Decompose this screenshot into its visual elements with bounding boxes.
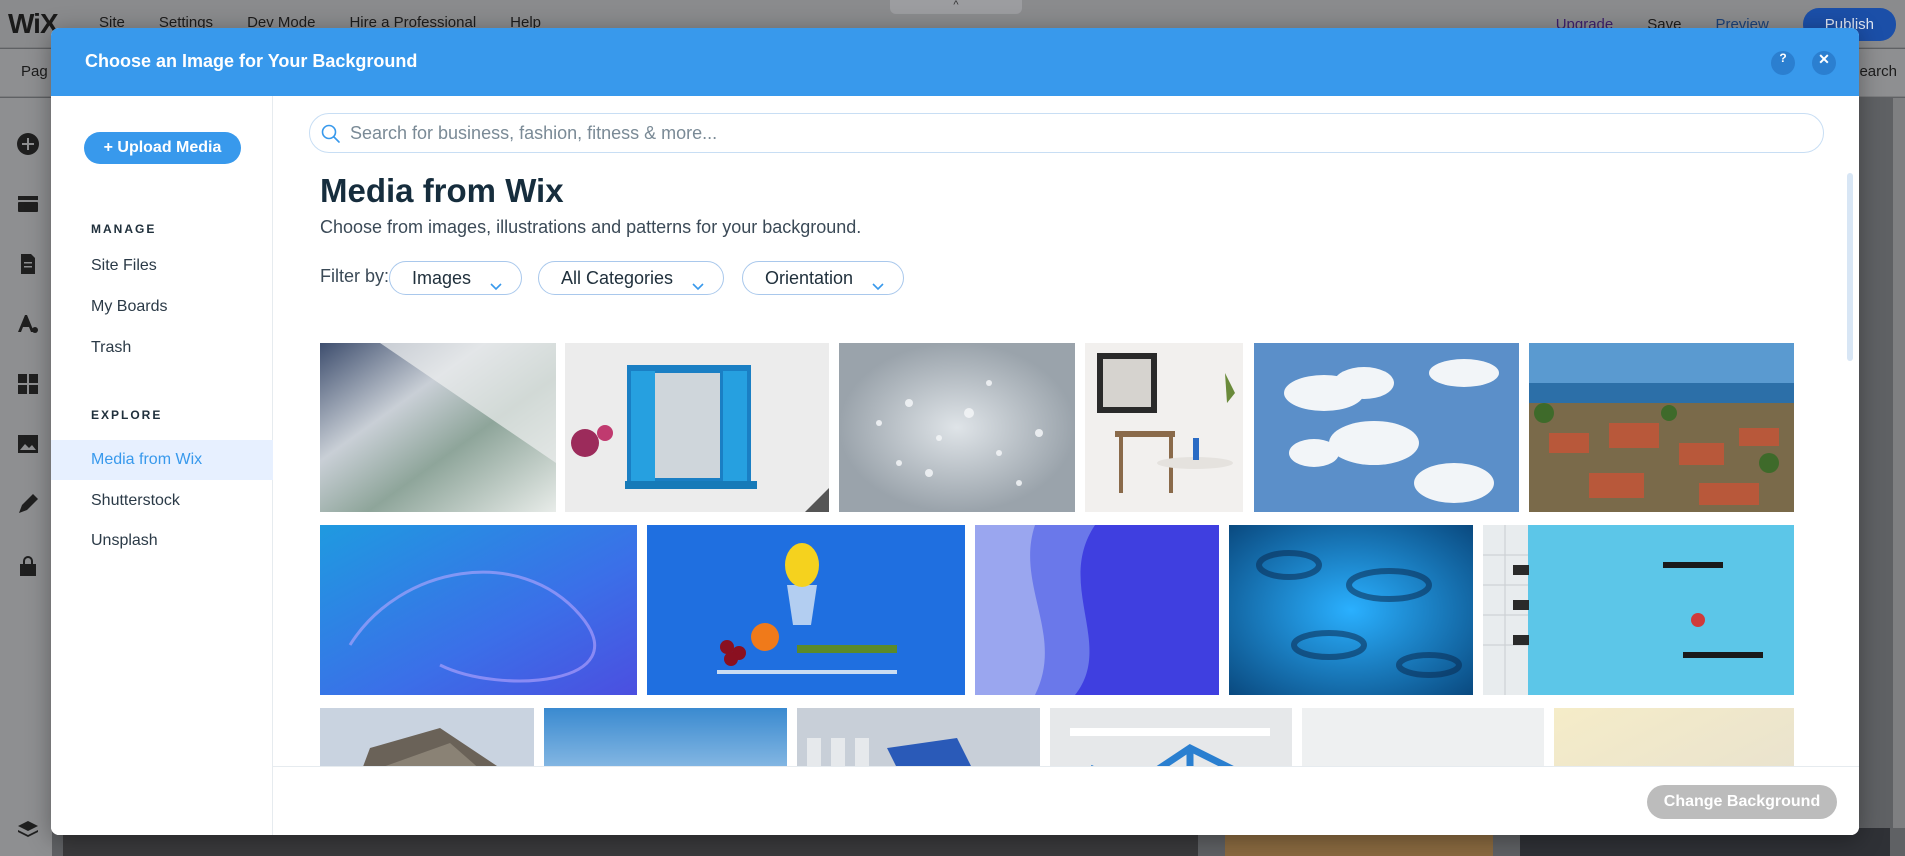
change-background-button[interactable]: Change Background	[1647, 785, 1837, 819]
image-thumbnail[interactable]	[565, 343, 829, 512]
sidebar-item-my-boards[interactable]: My Boards	[51, 287, 273, 327]
image-thumbnail[interactable]	[1085, 343, 1243, 512]
image-thumbnail[interactable]	[320, 343, 556, 512]
image-thumbnail[interactable]	[797, 708, 1040, 766]
search-input[interactable]	[350, 120, 1800, 146]
editor-search[interactable]: earch	[1859, 63, 1897, 80]
filter-orientation-dropdown[interactable]: Orientation	[742, 261, 905, 295]
chevron-down-icon	[489, 271, 503, 291]
dialog-title: Choose an Image for Your Background	[85, 51, 418, 71]
filter-label: Filter by:	[320, 266, 390, 286]
chevron-down-icon	[691, 271, 705, 291]
search-box[interactable]	[309, 113, 1824, 153]
dialog-header: Choose an Image for Your Background ? ✕	[51, 28, 1859, 96]
media-content: Media from Wix Choose from images, illus…	[273, 96, 1859, 766]
image-thumbnail[interactable]	[1483, 525, 1794, 695]
filter-orientation-label: Orientation	[765, 268, 854, 288]
image-thumbnail[interactable]	[1254, 343, 1519, 512]
image-thumbnail[interactable]	[1554, 708, 1794, 766]
image-thumbnail[interactable]	[647, 525, 965, 695]
collapse-handle[interactable]: ^	[890, 0, 1022, 14]
apps-icon[interactable]	[16, 372, 40, 396]
background-image-dialog: Choose an Image for Your Background ? ✕ …	[51, 28, 1859, 835]
sidebar-item-site-files[interactable]: Site Files	[51, 246, 273, 286]
search-icon	[320, 123, 342, 145]
lock-icon[interactable]	[16, 554, 40, 578]
filter-type-label: Images	[412, 268, 472, 288]
sections-icon[interactable]	[16, 192, 40, 216]
sidebar-item-shutterstock[interactable]: Shutterstock	[51, 481, 273, 521]
image-thumbnail[interactable]	[320, 525, 637, 695]
image-thumbnail[interactable]	[975, 525, 1219, 695]
upload-media-button[interactable]: + Upload Media	[84, 132, 241, 164]
manage-section-title: MANAGE	[91, 222, 157, 236]
explore-section-title: EXPLORE	[91, 408, 163, 422]
media-icon[interactable]	[16, 432, 40, 456]
sidebar-item-unsplash[interactable]: Unsplash	[51, 521, 273, 561]
filter-category-dropdown[interactable]: All Categories	[538, 261, 725, 295]
editor-left-rail	[0, 98, 52, 856]
image-thumbnail[interactable]	[1529, 343, 1794, 512]
blog-icon[interactable]	[16, 492, 40, 516]
sidebar-item-trash[interactable]: Trash	[51, 328, 273, 368]
design-icon[interactable]	[16, 312, 40, 336]
add-icon[interactable]	[16, 132, 40, 156]
layers-icon[interactable]	[16, 818, 40, 842]
editor-scrollbar[interactable]	[1893, 98, 1905, 828]
media-sidebar: + Upload Media MANAGE Site Files My Boar…	[51, 96, 273, 835]
close-icon[interactable]: ✕	[1812, 51, 1836, 75]
sidebar-item-media-from-wix[interactable]: Media from Wix	[51, 440, 273, 480]
image-thumbnail[interactable]	[544, 708, 787, 766]
page-selector[interactable]: Pag	[21, 63, 48, 80]
page-title: Media from Wix	[320, 172, 564, 209]
pages-icon[interactable]	[16, 252, 40, 276]
image-thumbnail[interactable]	[1302, 708, 1544, 766]
image-thumbnail[interactable]	[320, 708, 534, 766]
image-thumbnail[interactable]	[1050, 708, 1292, 766]
filter-type-dropdown[interactable]: Images	[389, 261, 523, 295]
filter-category-label: All Categories	[561, 268, 674, 288]
page-subtitle: Choose from images, illustrations and pa…	[320, 217, 862, 237]
image-thumbnail[interactable]	[839, 343, 1075, 512]
help-icon[interactable]: ?	[1771, 51, 1795, 75]
content-scrollbar-thumb[interactable]	[1847, 173, 1853, 361]
image-thumbnail[interactable]	[1229, 525, 1473, 695]
dialog-footer: Change Background	[273, 766, 1859, 835]
chevron-down-icon	[871, 271, 885, 291]
